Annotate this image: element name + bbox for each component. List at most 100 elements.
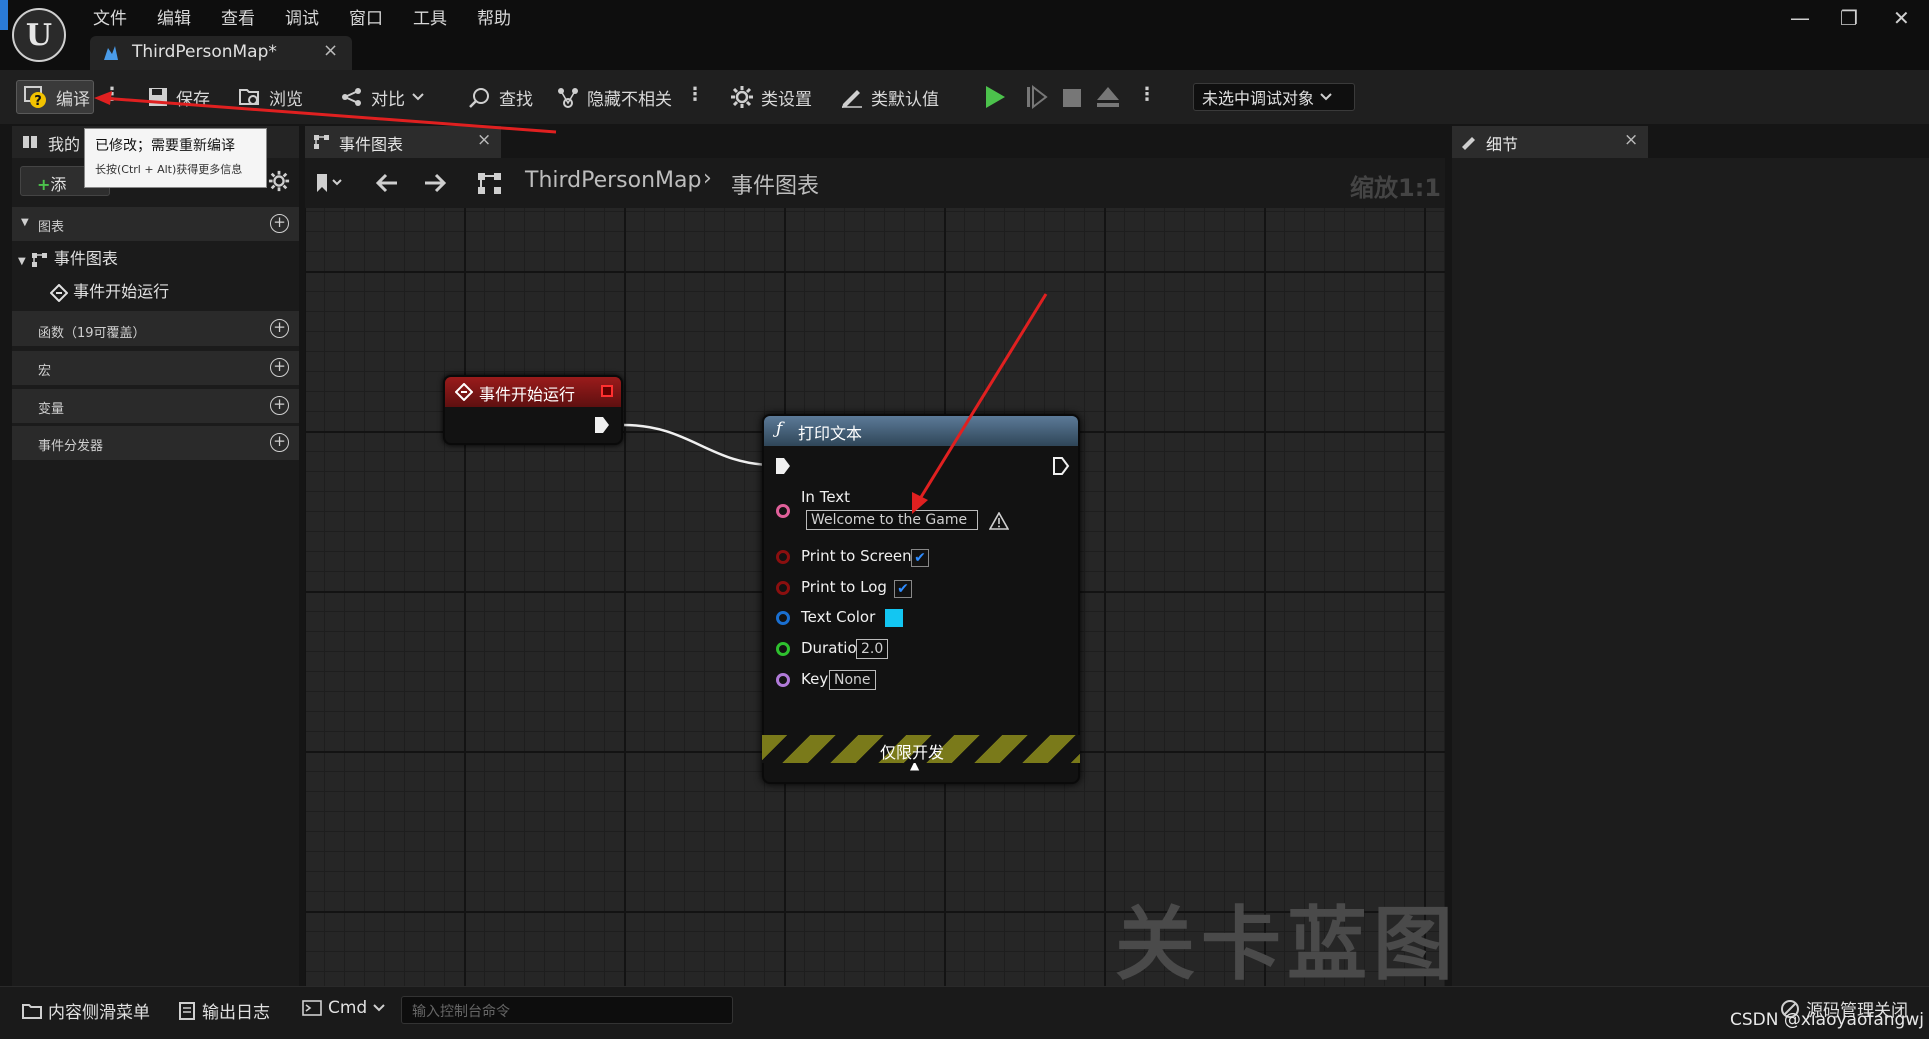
category-variables-label: 变量 xyxy=(38,402,65,417)
play-options-icon[interactable]: ⋮ xyxy=(1138,84,1156,105)
print-to-screen-checkbox[interactable]: ✔ xyxy=(911,549,929,567)
expand-arrow-icon: ▼ xyxy=(18,256,26,267)
zoom-indicator: 缩放1:1 xyxy=(1350,174,1441,202)
delegate-pin-icon[interactable] xyxy=(601,385,613,397)
category-macros-label: 宏 xyxy=(38,364,52,379)
class-defaults-label: 类默认值 xyxy=(871,89,939,110)
content-drawer-button[interactable]: 内容侧滑菜单 xyxy=(22,998,150,1023)
eject-icon[interactable] xyxy=(1096,86,1120,108)
menu-window[interactable]: 窗口 xyxy=(349,4,383,29)
in-text-label: In Text xyxy=(801,488,851,506)
event-node-title: 事件开始运行 xyxy=(479,385,576,404)
menu-view[interactable]: 查看 xyxy=(221,4,255,29)
in-text-pin[interactable] xyxy=(776,504,790,518)
text-color-swatch[interactable] xyxy=(885,609,903,627)
content-drawer-icon xyxy=(22,1003,42,1019)
key-pin[interactable] xyxy=(776,673,790,687)
event-icon xyxy=(455,383,473,401)
play-icon[interactable] xyxy=(984,85,1006,109)
svg-text:?: ? xyxy=(34,94,42,109)
print-to-log-checkbox[interactable]: ✔ xyxy=(894,580,912,598)
restore-button[interactable]: ❐ xyxy=(1840,6,1858,30)
add-variable-icon[interactable]: + xyxy=(270,396,289,415)
debug-object-select[interactable]: 未选中调试对象 xyxy=(1193,83,1355,111)
event-begin-play-node[interactable]: 事件开始运行 xyxy=(443,375,623,445)
annotation-arrow-compile xyxy=(94,91,557,134)
edit-icon xyxy=(1462,137,1475,150)
output-log-label: 输出日志 xyxy=(202,1003,270,1023)
step-icon[interactable] xyxy=(1026,85,1048,109)
close-tab-icon[interactable]: × xyxy=(323,40,338,61)
menu-help[interactable]: 帮助 xyxy=(477,4,511,29)
more-options-icon[interactable]: ⋮ xyxy=(686,84,704,105)
accent-strip xyxy=(0,0,8,30)
tooltip-hint: 长按(Ctrl + Alt)获得更多信息 xyxy=(95,163,243,176)
category-macros[interactable]: 宏 + xyxy=(12,351,299,385)
exec-wire xyxy=(623,423,775,467)
class-settings-label: 类设置 xyxy=(761,89,812,110)
level-icon xyxy=(104,46,118,60)
console-command-input[interactable]: 输入控制台命令 xyxy=(401,996,733,1024)
compile-button[interactable]: ? 编译 xyxy=(16,80,94,114)
category-variables[interactable]: 变量 + xyxy=(12,389,299,423)
status-bar xyxy=(0,986,1929,1039)
breadcrumb-level[interactable]: ThirdPersonMap xyxy=(525,168,701,193)
exec-out-pin-icon[interactable] xyxy=(593,415,611,435)
close-window-button[interactable]: ✕ xyxy=(1893,6,1910,30)
tree-item-event-graph[interactable]: ▼ 事件图表 xyxy=(18,245,118,269)
details-tab-label: 细节 xyxy=(1486,135,1519,154)
category-graphs-label: 图表 xyxy=(38,220,65,235)
key-field[interactable]: None xyxy=(829,670,876,690)
category-graphs[interactable]: ▼ 图表 + xyxy=(12,207,299,241)
duration-pin[interactable] xyxy=(776,642,790,656)
cmd-label: Cmd xyxy=(328,998,368,1018)
category-functions[interactable]: 函数（19可覆盖） + xyxy=(12,311,299,346)
breadcrumb-graph[interactable]: 事件图表 xyxy=(731,168,819,200)
menu-edit[interactable]: 编辑 xyxy=(157,4,191,29)
unreal-logo[interactable]: U xyxy=(12,8,66,62)
function-icon: ƒ xyxy=(776,419,783,439)
print-node-title: 打印文本 xyxy=(798,424,863,443)
annotation-arrow-text xyxy=(912,293,1048,514)
hide-unrelated-button[interactable]: 隐藏不相关 xyxy=(556,80,672,114)
settings-gear-icon[interactable] xyxy=(268,170,290,192)
menu-tools[interactable]: 工具 xyxy=(413,4,447,29)
compile-warning-icon: ? xyxy=(24,86,46,109)
add-label: 添 xyxy=(50,175,67,194)
bookmark-icon[interactable] xyxy=(315,172,343,194)
stop-icon[interactable] xyxy=(1062,88,1082,108)
add-graph-icon[interactable]: + xyxy=(270,214,289,233)
text-color-label: Text Color xyxy=(801,608,876,626)
category-functions-label: 函数（19可覆盖） xyxy=(38,326,146,341)
add-function-icon[interactable]: + xyxy=(270,319,289,338)
print-to-screen-label: Print to Screen xyxy=(801,547,912,565)
debug-object-label: 未选中调试对象 xyxy=(1202,89,1315,108)
output-log-button[interactable]: 输出日志 xyxy=(178,998,270,1023)
gear-icon xyxy=(731,86,753,108)
print-to-log-pin[interactable] xyxy=(776,581,790,595)
class-settings-button[interactable]: 类设置 xyxy=(730,80,812,114)
document-tab[interactable]: ThirdPersonMap* × xyxy=(90,36,352,70)
add-macro-icon[interactable]: + xyxy=(270,358,289,377)
category-event-dispatchers[interactable]: 事件分发器 + xyxy=(12,426,299,460)
class-defaults-button[interactable]: 类默认值 xyxy=(840,80,939,114)
forward-arrow-icon[interactable] xyxy=(423,172,447,194)
details-tab[interactable]: 细节 × xyxy=(1452,126,1648,158)
development-only-label: 仅限开发 xyxy=(880,743,945,762)
cmd-select[interactable]: Cmd xyxy=(302,998,385,1018)
development-only-banner: 仅限开发 xyxy=(762,735,1080,763)
add-dispatcher-icon[interactable]: + xyxy=(270,433,289,452)
back-arrow-icon[interactable] xyxy=(375,172,399,194)
tree-item-event-graph-label: 事件图表 xyxy=(53,249,118,268)
tree-item-begin-play[interactable]: 事件开始运行 xyxy=(49,278,169,302)
text-color-pin[interactable] xyxy=(776,611,790,625)
minimize-button[interactable]: — xyxy=(1790,6,1810,30)
menu-debug[interactable]: 调试 xyxy=(285,4,319,29)
duration-field[interactable]: 2.0 xyxy=(856,639,889,659)
chevron-down-icon xyxy=(1320,93,1332,101)
menu-file[interactable]: 文件 xyxy=(93,4,127,29)
exec-in-pin-icon[interactable] xyxy=(774,456,792,476)
close-tab-icon[interactable]: × xyxy=(1624,130,1638,150)
print-to-screen-pin[interactable] xyxy=(776,550,790,564)
graph-header: ThirdPersonMap › 事件图表 缩放1:1 xyxy=(305,158,1445,208)
